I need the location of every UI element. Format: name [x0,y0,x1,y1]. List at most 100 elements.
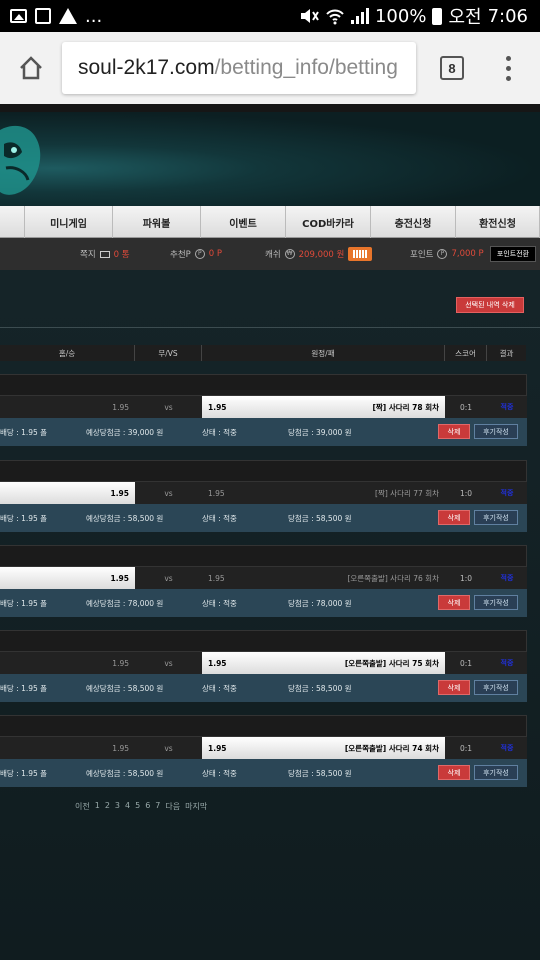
nav-item-cod-baccarat[interactable]: COD바카라 [285,206,370,238]
mascot-logo-icon [0,125,41,195]
page-prev[interactable]: 이전 [75,801,90,812]
away-cell-selected[interactable]: 1.95 [오른쪽출발] 사다리 74 회차 [202,737,445,759]
point-convert-button[interactable]: 포인트전환 [490,246,536,262]
status-bar: ... 100% 오전 7:06 [0,0,540,32]
write-review-button[interactable]: 후기작성 [474,510,518,525]
bet-status: 상태 : 적중 [202,683,237,693]
bet-odds-info: 배당 : 1.95 폴 [0,683,48,693]
delete-button[interactable]: 삭제 [438,424,470,439]
bet-header [0,460,527,482]
bet-info-row: 배당 : 1.95 폴 예상당첨금 : 39,000 원 상태 : 적중 당첨금… [0,418,527,446]
nav-item-event[interactable]: 이벤트 [200,206,285,238]
home-icon [20,56,42,80]
bet-block: 1.95 vs 1.95 [짝] 사다리 78 회차 0:1 적중 배당 : 1.… [0,374,527,446]
won-amount: 당첨금 : 58,500 원 [288,768,352,778]
delete-button[interactable]: 삭제 [438,510,470,525]
page-1[interactable]: 1 [95,801,100,812]
point-icon: P [437,249,448,259]
bet-info-row: 배당 : 1.95 폴 예상당첨금 : 78,000 원 상태 : 적중 당첨금… [0,589,527,617]
header-vs: 무/VS [135,345,202,361]
clock-ampm: 오전 [448,7,482,28]
expected-win: 예상당첨금 : 58,500 원 [86,768,164,778]
write-review-button[interactable]: 후기작성 [474,765,518,780]
result-cell: 적중 [500,489,514,497]
nav-item-withdraw[interactable]: 환전신청 [455,206,540,238]
gallery-notification-icon [35,8,51,24]
delete-button[interactable]: 삭제 [438,680,470,695]
page-6[interactable]: 6 [145,801,150,812]
home-odds-cell-selected[interactable]: 1.95 [0,482,135,504]
away-cell-selected[interactable]: 1.95 [짝] 사다리 78 회차 [202,396,445,418]
bet-row: 1.95 vs 1.95 [짝] 사다리 78 회차 0:1 적중 [0,396,527,418]
result-cell: 적중 [500,659,514,667]
delete-button[interactable]: 삭제 [438,765,470,780]
expected-win: 예상당첨금 : 78,000 원 [86,598,164,608]
score-cell: 0:1 [459,402,473,412]
bet-info-row: 배당 : 1.95 폴 예상당첨금 : 58,500 원 상태 : 적중 당첨금… [0,674,527,702]
bet-row: 1.95 vs 1.95 [짝] 사다리 77 회차 1:0 적중 [0,482,527,504]
user-info-bar: 쪽지 0 통 추천P P 0 P 캐쉬 ₩ 209,000 원 포인트 P 7,… [0,238,540,270]
page-next[interactable]: 다음 [165,801,180,812]
result-cell: 적중 [500,574,514,582]
write-review-button[interactable]: 후기작성 [474,680,518,695]
bet-odds-info: 배당 : 1.95 폴 [0,513,48,523]
memo-info[interactable]: 쪽지 0 통 [80,248,130,260]
bet-odds-info: 배당 : 1.95 폴 [0,768,48,778]
page-5[interactable]: 5 [135,801,140,812]
memo-value: 0 통 [113,250,130,260]
page-7[interactable]: 7 [155,801,160,812]
header-score: 스코어 [445,345,487,361]
page-2[interactable]: 2 [105,801,110,812]
expected-win: 예상당첨금 : 58,500 원 [86,513,164,523]
bet-status: 상태 : 적중 [202,768,237,778]
won-coin-icon: ₩ [284,249,295,259]
bet-row: 1.95 vs 1.95 [오른쪽출발] 사다리 76 회차 1:0 적중 [0,567,527,589]
point-info: 포인트 P 7,000 P [410,248,484,260]
write-review-button[interactable]: 후기작성 [474,595,518,610]
away-cell[interactable]: 1.95 [짝] 사다리 77 회차 [202,482,445,504]
expected-win: 예상당첨금 : 39,000 원 [86,427,164,437]
nav-item-powerball[interactable]: 파워볼 [112,206,200,238]
home-odds-cell-selected[interactable]: 1.95 [0,567,135,589]
header-home: 홈/승 [0,345,135,361]
battery-icon [432,7,443,25]
home-odds-cell[interactable]: 1.95 [0,737,135,759]
recommend-value: 0 P [208,249,223,259]
bet-info-row: 배당 : 1.95 폴 예상당첨금 : 58,500 원 상태 : 적중 당첨금… [0,759,527,787]
away-cell-selected[interactable]: 1.95 [오른쪽출발] 사다리 75 회차 [202,652,445,674]
nav-item-deposit[interactable]: 충전신청 [370,206,455,238]
warning-icon [59,8,77,24]
write-review-button[interactable]: 후기작성 [474,424,518,439]
delete-button[interactable]: 삭제 [438,595,470,610]
home-odds-cell[interactable]: 1.95 [0,396,135,418]
cash-charge-button[interactable] [348,247,373,261]
away-cell[interactable]: 1.95 [오른쪽출발] 사다리 76 회차 [202,567,445,589]
home-button[interactable] [0,32,62,104]
bet-block: 1.95 vs 1.95 [오른쪽출발] 사다리 74 회차 0:1 적중 배당 … [0,715,527,787]
url-bar[interactable]: soul-2k17.com/betting_info/betting [62,42,416,94]
table-header: 홈/승 무/VS 원정/패 스코어 결과 [0,345,526,361]
bet-block: 1.95 vs 1.95 [오른쪽출발] 사다리 75 회차 0:1 적중 배당 … [0,630,527,702]
overflow-menu-icon[interactable] [506,55,511,81]
delete-selected-button[interactable]: 선택된 내역 삭제 [456,297,524,313]
won-amount: 당첨금 : 39,000 원 [288,427,352,437]
mute-icon [300,9,319,23]
pagination: 이전 1 2 3 4 5 6 7 다음 마지막 [75,801,207,812]
site-banner [0,112,540,206]
bet-row: 1.95 vs 1.95 [오른쪽출발] 사다리 75 회차 0:1 적중 [0,652,527,674]
more-notifications: ... [85,5,103,27]
main-nav: 미니게임 파워볼 이벤트 COD바카라 충전신청 환전신청 [0,206,540,238]
home-odds-cell[interactable]: 1.95 [0,652,135,674]
web-page: 미니게임 파워볼 이벤트 COD바카라 충전신청 환전신청 쪽지 0 통 추천P… [0,104,540,960]
wifi-icon [326,9,344,25]
page-4[interactable]: 4 [125,801,130,812]
nav-item-minigame[interactable]: 미니게임 [24,206,112,238]
page-3[interactable]: 3 [115,801,120,812]
score-cell: 0:1 [459,658,473,668]
won-amount: 당첨금 : 58,500 원 [288,683,352,693]
tab-switcher-button[interactable]: 8 [440,56,464,80]
signal-icon [350,8,369,24]
page-last[interactable]: 마지막 [185,801,207,812]
point-value: 7,000 P [451,249,484,259]
